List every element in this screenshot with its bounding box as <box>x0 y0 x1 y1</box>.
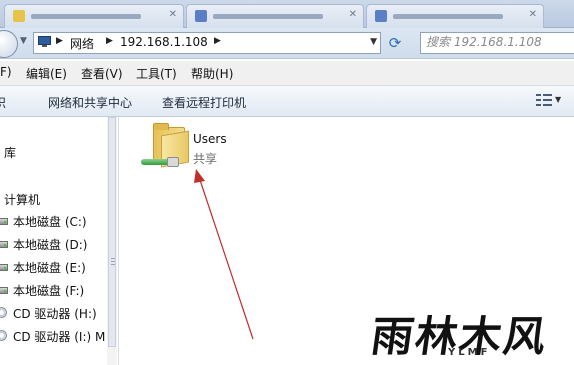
cd-drive-icon <box>0 307 7 318</box>
close-icon[interactable]: ✕ <box>529 9 537 20</box>
nav-drive-f[interactable]: 本地磁盘 (F:) <box>13 282 84 299</box>
browser-tab[interactable]: ✕ <box>366 4 544 28</box>
breadcrumb-separator-icon[interactable]: ▶ <box>106 36 113 46</box>
back-button[interactable] <box>0 30 18 58</box>
browser-tab[interactable]: ✕ <box>4 4 184 28</box>
network-sharing-center-button[interactable]: 网络和共享中心 <box>48 94 132 111</box>
view-dropdown-icon[interactable]: ▼ <box>555 95 561 104</box>
organize-button[interactable]: 织 <box>0 94 6 111</box>
hard-drive-icon <box>0 262 8 271</box>
browser-tab-strip: ✕ ✕ ✕ <box>0 0 574 28</box>
watermark-sub: YLMF <box>448 347 491 358</box>
network-computer-icon <box>38 36 51 47</box>
hard-drive-icon <box>0 216 8 225</box>
cd-drive-icon <box>0 330 7 341</box>
breadcrumb-separator-icon[interactable]: ▶ <box>56 36 63 46</box>
nav-drive-c[interactable]: 本地磁盘 (C:) <box>13 213 87 230</box>
view-options-icon[interactable] <box>536 92 552 108</box>
menu-bar: F) 编辑(E) 查看(V) 工具(T) 帮助(H) <box>0 61 574 86</box>
close-icon[interactable]: ✕ <box>349 9 357 20</box>
nav-computer[interactable]: 计算机 <box>4 191 40 208</box>
tab-title-blurred <box>31 14 141 19</box>
site-watermark: 雨林木风 YLMF <box>366 303 574 365</box>
menu-tools[interactable]: 工具(T) <box>136 65 177 82</box>
breadcrumb-network[interactable]: 网络 <box>70 35 94 52</box>
address-row: ▼ ▶ 网络 ▶ 192.168.1.108 ▶ ▼ ⟳ <box>0 28 574 59</box>
scrollbar-thumb[interactable] <box>108 117 116 347</box>
search-box[interactable] <box>420 32 574 54</box>
view-remote-printers-button[interactable]: 查看远程打印机 <box>162 94 246 111</box>
browser-tab[interactable]: ✕ <box>186 4 364 28</box>
tab-title-blurred <box>393 14 503 19</box>
tab-favicon-icon <box>195 10 207 22</box>
close-icon[interactable]: ✕ <box>169 9 177 20</box>
tab-favicon-icon <box>375 10 387 22</box>
nav-drive-e[interactable]: 本地磁盘 (E:) <box>13 259 86 276</box>
refresh-icon[interactable]: ⟳ <box>384 32 406 54</box>
command-bar: 织 网络和共享中心 查看远程打印机 ▼ <box>0 86 574 117</box>
tab-favicon-icon <box>13 10 25 22</box>
nav-scrollbar[interactable] <box>107 117 117 365</box>
nav-drive-h[interactable]: CD 驱动器 (H:) <box>13 305 97 322</box>
address-bar[interactable]: ▶ 网络 ▶ 192.168.1.108 ▶ ▼ <box>33 32 381 54</box>
history-dropdown-icon[interactable]: ▼ <box>20 36 27 46</box>
tab-title-blurred <box>213 14 323 19</box>
hard-drive-icon <box>0 285 8 294</box>
menu-help[interactable]: 帮助(H) <box>191 65 233 82</box>
hard-drive-icon <box>0 239 8 248</box>
nav-drive-d[interactable]: 本地磁盘 (D:) <box>13 236 87 253</box>
menu-view[interactable]: 查看(V) <box>81 65 123 82</box>
breadcrumb-host[interactable]: 192.168.1.108 <box>120 35 208 49</box>
nav-drive-i[interactable]: CD 驱动器 (I:) M <box>13 328 105 345</box>
menu-file[interactable]: F) <box>0 65 12 79</box>
nav-libraries[interactable]: 库 <box>4 144 16 161</box>
address-dropdown-icon[interactable]: ▼ <box>370 37 377 47</box>
menu-edit[interactable]: 编辑(E) <box>26 65 67 82</box>
search-input[interactable] <box>421 33 574 51</box>
breadcrumb-separator-icon[interactable]: ▶ <box>214 36 221 46</box>
navigation-pane: 库 计算机 本地磁盘 (C:) 本地磁盘 (D:) 本地磁盘 (E:) 本地磁盘… <box>0 117 119 365</box>
